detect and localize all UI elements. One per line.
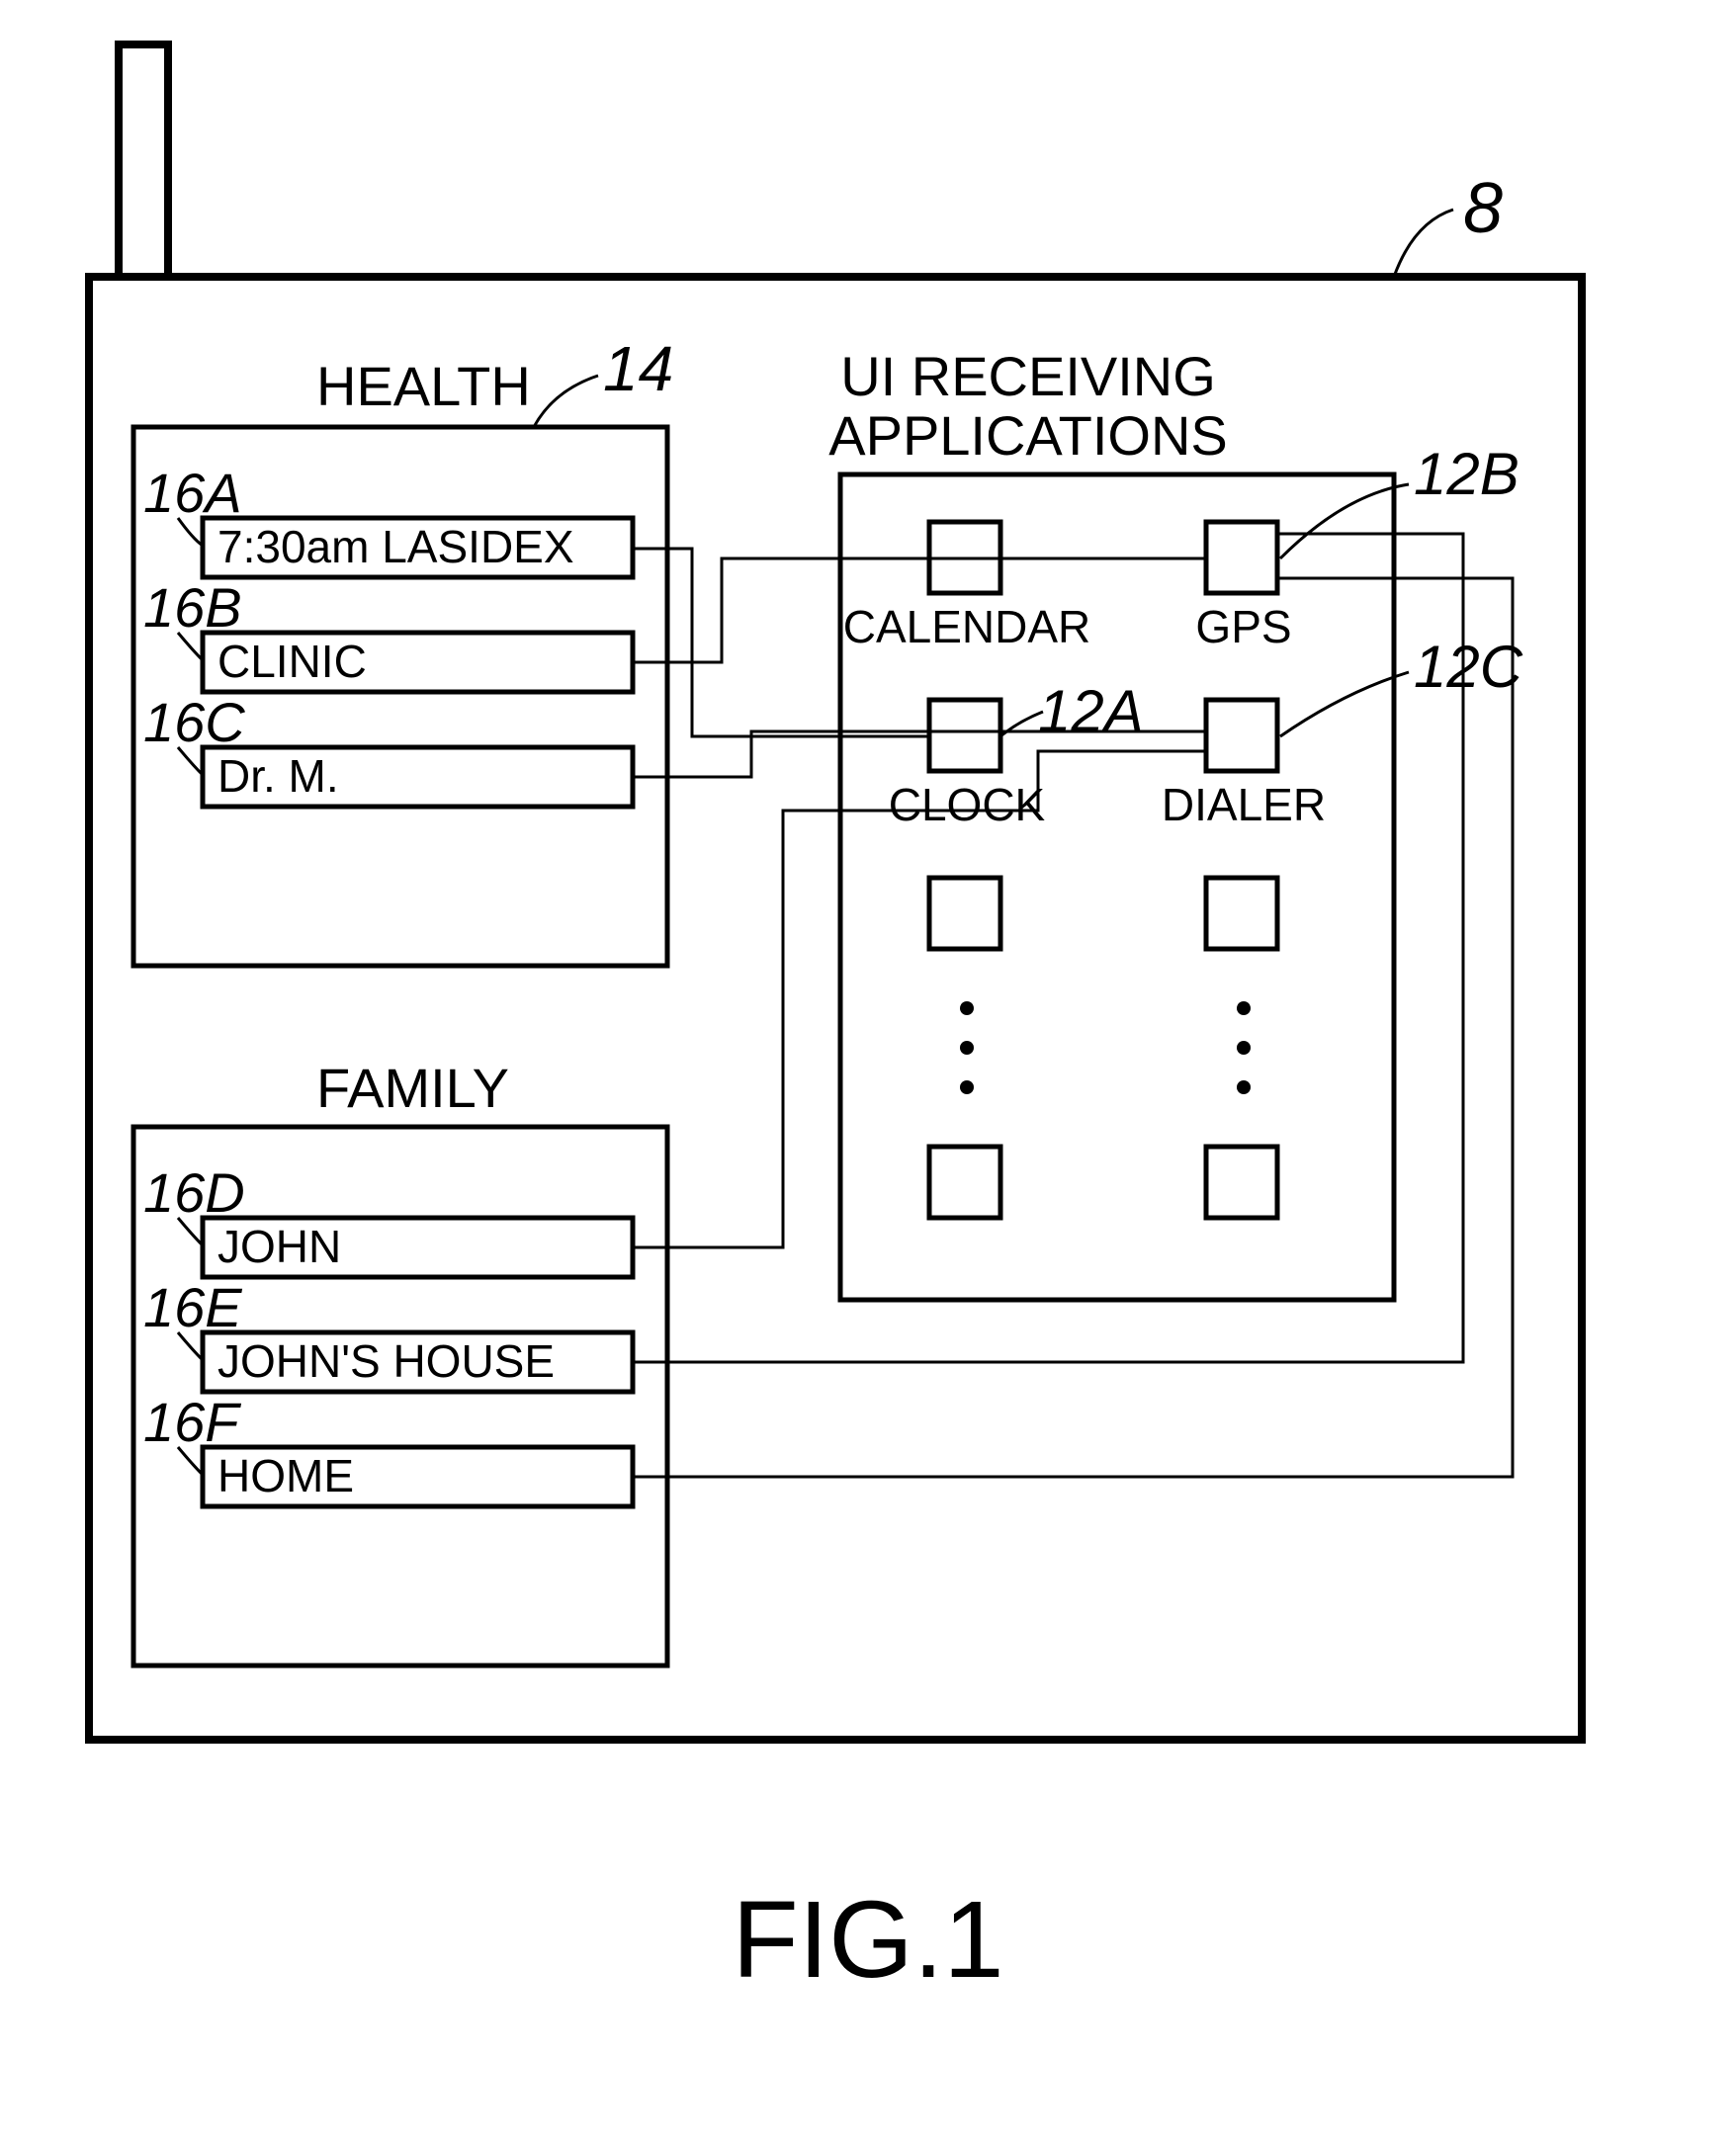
- ref-16F: 16F: [143, 1391, 241, 1453]
- health-item-a-text: 7:30am LASIDEX: [217, 521, 574, 572]
- family-title: FAMILY: [316, 1057, 509, 1119]
- ref-8: 8: [1463, 169, 1503, 248]
- ref-12A: 12A: [1038, 678, 1144, 744]
- app-blank-3r-icon[interactable]: [1206, 878, 1277, 949]
- ref-16A: 16A: [143, 462, 242, 524]
- dot: [1237, 1001, 1251, 1015]
- app-gps-icon[interactable]: [1206, 522, 1277, 593]
- leader-12B: [1280, 484, 1409, 558]
- health-title: HEALTH: [316, 355, 531, 417]
- figure-caption: FIG.1: [732, 1879, 1003, 2001]
- ref-12B: 12B: [1414, 441, 1519, 507]
- dot: [1237, 1041, 1251, 1055]
- leader-14: [534, 376, 598, 427]
- app-gps-label: GPS: [1195, 601, 1291, 652]
- dot: [960, 1001, 974, 1015]
- leader-8: [1394, 210, 1453, 277]
- ref-16E: 16E: [143, 1276, 242, 1338]
- antenna: [119, 44, 168, 277]
- app-clock-label: CLOCK: [889, 779, 1046, 830]
- apps-title-1: UI RECEIVING: [840, 345, 1216, 407]
- dot: [960, 1041, 974, 1055]
- app-dialer-icon[interactable]: [1206, 700, 1277, 771]
- leader-12C: [1280, 672, 1409, 736]
- family-item-d-text: JOHN: [217, 1221, 341, 1272]
- app-blank-4r-icon[interactable]: [1206, 1147, 1277, 1218]
- device-body: [89, 277, 1582, 1740]
- wire-16E: [633, 534, 1463, 1362]
- ref-16D: 16D: [143, 1161, 245, 1224]
- ref-16C: 16C: [143, 691, 245, 753]
- apps-panel: [840, 474, 1394, 1300]
- health-item-c-text: Dr. M.: [217, 750, 339, 802]
- dot: [1237, 1080, 1251, 1094]
- ref-16B: 16B: [143, 576, 242, 639]
- family-item-f-text: HOME: [217, 1450, 354, 1501]
- app-blank-4l-icon[interactable]: [929, 1147, 1000, 1218]
- ref-12C: 12C: [1414, 634, 1523, 700]
- apps-title-2: APPLICATIONS: [828, 404, 1228, 467]
- app-clock-icon[interactable]: [929, 700, 1000, 771]
- family-item-e-text: JOHN'S HOUSE: [217, 1335, 555, 1387]
- app-calendar-label: CALENDAR: [843, 601, 1091, 652]
- dot: [960, 1080, 974, 1094]
- app-blank-3l-icon[interactable]: [929, 878, 1000, 949]
- health-item-b-text: CLINIC: [217, 636, 367, 687]
- ref-14: 14: [603, 333, 673, 404]
- app-dialer-label: DIALER: [1162, 779, 1326, 830]
